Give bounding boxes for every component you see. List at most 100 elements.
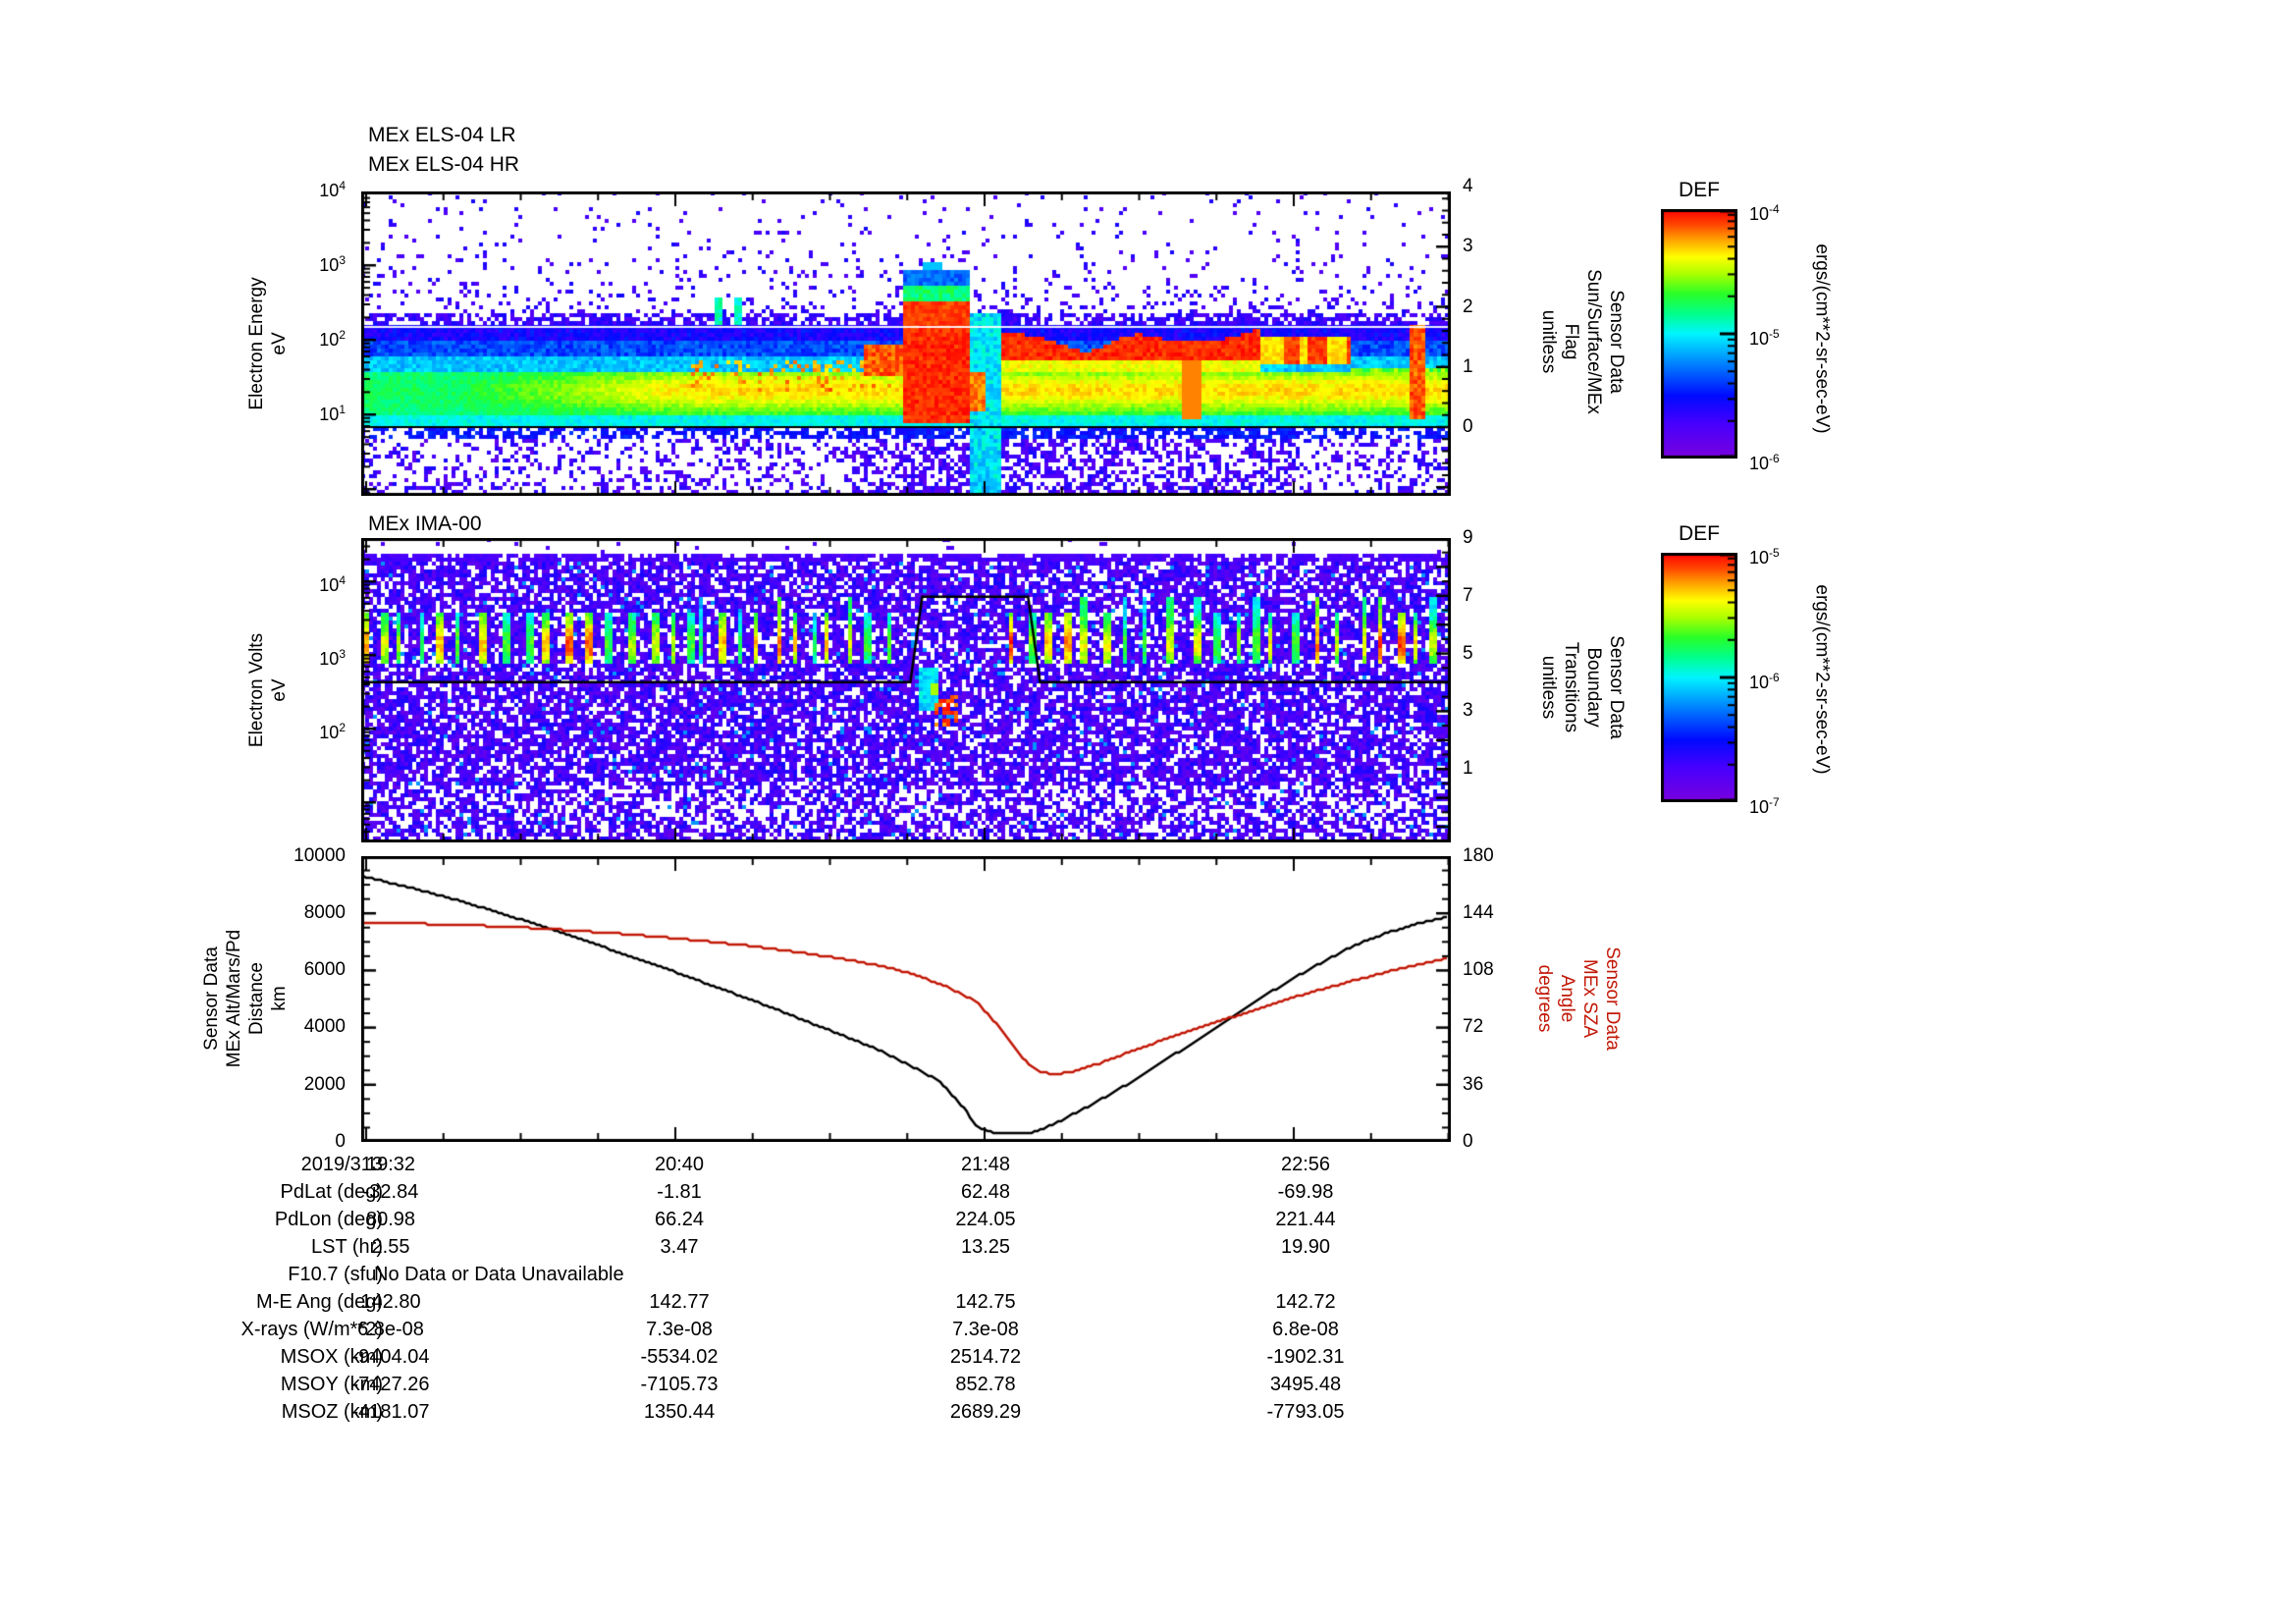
traj-sza-tick-label-0: 180 [1463, 845, 1494, 866]
table-cell-r9c2: 2689.29 [949, 1401, 1022, 1423]
els-flag-tick-label-4: 0 [1463, 416, 1473, 437]
ima-title: MEx IMA-00 [368, 513, 482, 535]
table-row-label-8: MSOY (km) [280, 1374, 383, 1395]
table-cell-r2c1: 66.24 [654, 1209, 705, 1230]
traj-ytick-label-3: 4000 [303, 1016, 346, 1037]
table-cell-r9c1: 1350.44 [643, 1401, 716, 1423]
ima-ytick-label-0: 104 [319, 573, 346, 595]
colorbar1-tick-label-2: 10-6 [1749, 452, 1780, 473]
table-row-label-2: PdLon (deg) [274, 1209, 383, 1230]
traj-ytick-label-2: 6000 [303, 959, 346, 980]
ima-boundary-tick-label-4: 1 [1463, 758, 1473, 779]
els-right-axis-line3: Flag [1561, 323, 1581, 360]
ima-right-axis-line1: Sensor Data [1606, 635, 1627, 739]
ima-ytick-label-2: 102 [319, 721, 346, 742]
traj-right-axis-line4: degrees [1534, 964, 1555, 1033]
traj-right-axis-line2: MEx SZA [1579, 958, 1600, 1039]
table-cell-r7c2: 2514.72 [949, 1346, 1022, 1368]
table-cell-r0c3: 22:56 [1280, 1154, 1331, 1175]
table-cell-r5c1: 142.77 [649, 1291, 710, 1313]
ima-spectrogram [361, 538, 1451, 842]
traj-sza-tick-label-4: 36 [1463, 1074, 1484, 1095]
els-flag-tick-label-3: 1 [1463, 356, 1473, 377]
table-cell-r3c1: 3.47 [660, 1236, 699, 1258]
traj-sza-tick-label-2: 108 [1463, 959, 1494, 980]
traj-yaxis-title-line1: Sensor Data [201, 947, 222, 1051]
table-cell-r7c1: -5534.02 [640, 1346, 719, 1368]
table-cell-r7c0: -9404.04 [351, 1346, 430, 1368]
els-title-line1: MEx ELS-04 LR [368, 124, 516, 146]
els-colorbar-unit-text: ergs/(cm**2-sr-sec-eV) [1811, 243, 1833, 434]
table-cell-r3c2: 13.25 [960, 1236, 1011, 1258]
table-cell-r6c2: 7.3e-08 [952, 1319, 1019, 1340]
table-row-label-7: MSOX (km) [280, 1346, 383, 1368]
table-cell-r7c3: -1902.31 [1266, 1346, 1345, 1368]
traj-right-axis-title: Sensor Data MEx SZA Angle degrees [1533, 947, 1624, 1051]
ima-right-axis-line2: Boundary [1583, 647, 1604, 728]
els-right-axis-line4: unitless [1538, 309, 1559, 374]
els-ytick-label-2: 102 [319, 328, 346, 350]
els-flag-tick-label-0: 4 [1463, 176, 1473, 196]
table-cell-r6c3: 6.8e-08 [1272, 1319, 1339, 1340]
els-ytick-label-1: 103 [319, 253, 346, 275]
traj-yaxis-title-line3: Distance [246, 962, 267, 1035]
table-cell-r6c1: 7.3e-08 [646, 1319, 713, 1340]
ima-boundary-tick-label-3: 3 [1463, 700, 1473, 721]
traj-right-axis-line1: Sensor Data [1602, 947, 1623, 1051]
ima-colorbar-unit-text: ergs/(cm**2-sr-sec-eV) [1811, 584, 1833, 775]
table-row-label-0: 2019/313 [300, 1154, 383, 1175]
table-span-r4: No Data or Data Unavailable [374, 1264, 624, 1285]
table-cell-r8c1: -7105.73 [640, 1374, 719, 1395]
els-yaxis-title-line1: Electron Energy [246, 277, 267, 410]
traj-yaxis-title: Sensor Data MEx Alt/Mars/Pd Distance km [200, 930, 291, 1067]
els-ytick-label-3: 101 [319, 403, 346, 424]
table-cell-r2c0: 80.98 [365, 1209, 416, 1230]
els-colorbar [1661, 209, 1737, 459]
ima-right-axis-line3: Transitions [1561, 641, 1581, 733]
table-cell-r5c3: 142.72 [1275, 1291, 1336, 1313]
colorbar2-tick-label-0: 10-5 [1749, 546, 1780, 568]
colorbar2-tick-label-2: 10-7 [1749, 795, 1780, 817]
table-cell-r1c3: -69.98 [1277, 1181, 1334, 1203]
table-cell-r5c0: 142.80 [360, 1291, 421, 1313]
els-right-axis-line2: Sun/Surface/MEx [1583, 269, 1604, 414]
trajectory-plot [361, 856, 1451, 1142]
ima-colorbar-title: DEF [1679, 522, 1720, 545]
ima-right-axis-line4: unitless [1538, 655, 1559, 720]
ima-yaxis-title-line1: Electron Volts [246, 632, 267, 748]
table-cell-r8c0: -7427.26 [351, 1374, 430, 1395]
traj-yaxis-title-line4: km [269, 986, 290, 1011]
els-colorbar-title: DEF [1679, 179, 1720, 201]
table-row-label-5: M-E Ang (deg) [256, 1291, 383, 1313]
table-cell-r6c0: 6.8e-08 [357, 1319, 424, 1340]
els-colorbar-unit: ergs/(cm**2-sr-sec-eV) [1811, 243, 1834, 433]
colorbar1-tick-label-1: 10-5 [1749, 327, 1780, 349]
table-cell-r2c2: 224.05 [955, 1209, 1016, 1230]
table-row-label-9: MSOZ (km) [281, 1401, 383, 1423]
ima-colorbar [1661, 553, 1737, 802]
traj-ytick-label-4: 2000 [303, 1074, 346, 1095]
table-cell-r1c0: -32.84 [362, 1181, 419, 1203]
ima-ytick-label-1: 103 [319, 647, 346, 669]
table-cell-r9c0: -4181.07 [351, 1401, 430, 1423]
table-cell-r1c2: 62.48 [960, 1181, 1011, 1203]
els-right-axis-title: Sensor Data Sun/Surface/MEx Flag unitles… [1537, 269, 1628, 414]
ima-boundary-tick-label-1: 7 [1463, 585, 1473, 606]
ima-colorbar-unit: ergs/(cm**2-sr-sec-eV) [1811, 584, 1834, 774]
els-ytick-label-0: 104 [319, 179, 346, 200]
ima-boundary-tick-label-2: 5 [1463, 643, 1473, 664]
traj-ytick-label-1: 8000 [303, 902, 346, 923]
traj-sza-tick-label-1: 144 [1463, 902, 1494, 923]
colorbar1-tick-label-0: 10-4 [1749, 202, 1780, 224]
traj-sza-tick-label-5: 0 [1463, 1131, 1473, 1152]
table-cell-r3c3: 19.90 [1280, 1236, 1331, 1258]
table-row-label-3: LST (hr) [311, 1236, 383, 1258]
ima-right-axis-title: Sensor Data Boundary Transitions unitles… [1537, 635, 1628, 739]
table-cell-r0c2: 21:48 [960, 1154, 1011, 1175]
table-cell-r2c3: 221.44 [1275, 1209, 1336, 1230]
ima-boundary-tick-label-0: 9 [1463, 527, 1473, 548]
table-row-label-1: PdLat (deg) [280, 1181, 383, 1203]
table-cell-r8c3: 3495.48 [1269, 1374, 1342, 1395]
traj-sza-tick-label-3: 72 [1463, 1016, 1484, 1037]
traj-ytick-label-0: 10000 [294, 845, 346, 866]
